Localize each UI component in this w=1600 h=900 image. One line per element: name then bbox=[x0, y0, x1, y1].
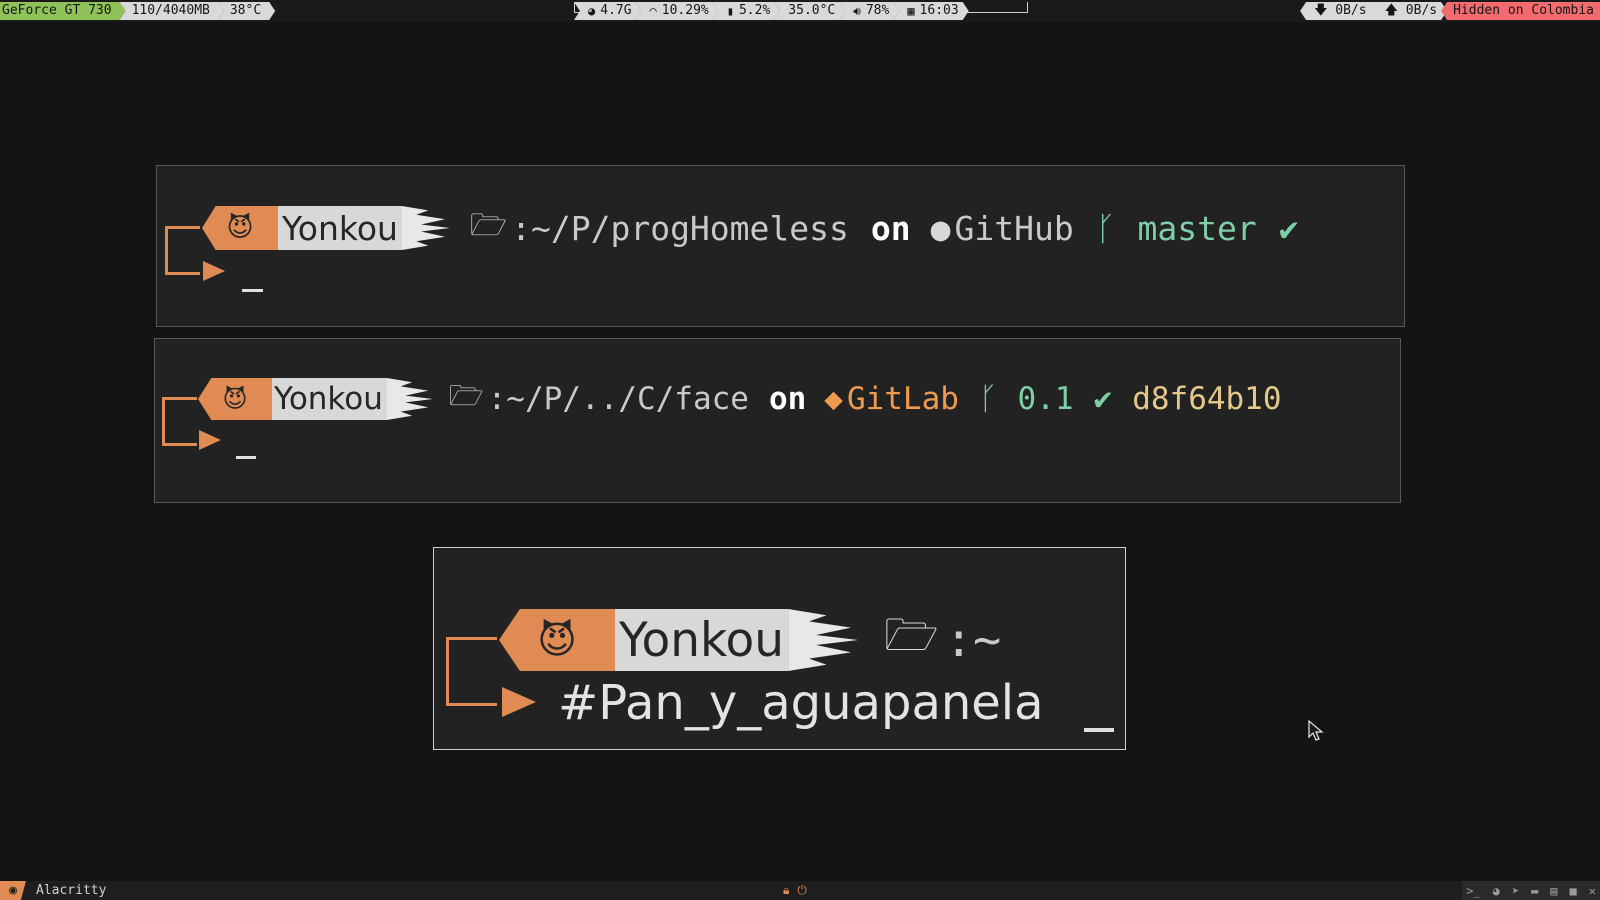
temperature-value: 35.0°C bbox=[788, 3, 836, 18]
terminal-panel-gitlab bbox=[154, 338, 1401, 503]
memory-icon: ▮ bbox=[726, 4, 734, 18]
net-up-value: 0B/s bbox=[1405, 3, 1438, 18]
git-tag-icon: ᚴ bbox=[978, 381, 998, 417]
firefox-launcher-icon[interactable]: ◕ bbox=[1493, 884, 1500, 898]
system-stats: ◕ 4.7G ◠ 10.29% ▮ 5.2% 35.0°C 🔊︎ 78% ▦ 16:03 bbox=[580, 2, 969, 20]
clock-value: 16:03 bbox=[919, 3, 959, 18]
username: Yonkou bbox=[274, 381, 383, 417]
bottom-taskbar: ◉ Alacritty 🔒︎ ⏻ >_ ◕ ➤ ▬ ▤ ■ ✕ bbox=[0, 881, 1600, 900]
prompt-arrow-icon bbox=[502, 687, 536, 717]
git-branch-icon: ᚴ bbox=[1095, 208, 1116, 248]
username-pill: Yonkou bbox=[278, 206, 402, 250]
session-controls: 🔒︎ ⏻ bbox=[783, 881, 807, 900]
username: Yonkou bbox=[282, 208, 398, 248]
on-keyword: on bbox=[870, 208, 911, 248]
prompt-corner-line bbox=[446, 637, 497, 706]
gitlab-icon: ◆ bbox=[824, 381, 843, 417]
gpu-widget: GeForce GT 730 110/4040MB 38°C bbox=[0, 2, 275, 20]
flame-decoration bbox=[386, 378, 433, 420]
disk-value: 4.7G bbox=[600, 3, 632, 18]
network-widget: 🡇 0B/s 🡅 0B/s Hidden on Colombia bbox=[1300, 2, 1600, 20]
calendar-icon: ▦ bbox=[907, 4, 915, 18]
git-branch: master bbox=[1137, 208, 1257, 248]
telegram-launcher-icon[interactable]: ➤ bbox=[1512, 884, 1519, 898]
app-launcher: >_ ◕ ➤ ▬ ▤ ■ ✕ bbox=[1462, 881, 1600, 900]
username: Yonkou bbox=[619, 612, 785, 668]
mouse-pointer-icon bbox=[1308, 720, 1324, 741]
prompt-arrow-icon bbox=[203, 261, 225, 281]
memory-stat: ▮ 5.2% bbox=[713, 2, 781, 20]
cpu-value: 10.29% bbox=[661, 3, 709, 18]
volume-value: 78% bbox=[865, 3, 890, 18]
close-launcher-icon[interactable]: ✕ bbox=[1589, 884, 1596, 898]
gpu-temperature: 38°C bbox=[218, 2, 275, 20]
volume-stat[interactable]: 🔊︎ 78% bbox=[839, 2, 899, 20]
command-line[interactable]: #Pan_y_aguapanela bbox=[558, 675, 1044, 731]
net-down-value: 0B/s bbox=[1335, 3, 1367, 18]
prompt-arrow-icon bbox=[199, 430, 221, 450]
video-launcher-icon[interactable]: ■ bbox=[1570, 884, 1577, 898]
folder-icon: 🗁︎ bbox=[884, 609, 939, 661]
folder-icon: 🗁︎ bbox=[448, 379, 484, 412]
username-pill: Yonkou bbox=[272, 378, 387, 420]
command-text: #Pan_y_aguapanela bbox=[558, 675, 1044, 731]
distro-logo-icon: ◉ bbox=[0, 881, 26, 900]
text-cursor bbox=[1084, 728, 1114, 732]
current-path: :~/P/../C/face bbox=[487, 381, 749, 417]
prompt-corner-line bbox=[162, 397, 197, 446]
gpu-memory: 110/4040MB bbox=[120, 2, 224, 20]
flame-decoration bbox=[401, 206, 450, 250]
prompt-line-2: 😈︎ Yonkou 🗁︎ :~/P/../C/face on ◆ GitLab … bbox=[198, 378, 1282, 420]
git-commit-hash: d8f64b10 bbox=[1132, 381, 1282, 417]
terminal-launcher-icon[interactable]: >_ bbox=[1466, 884, 1480, 898]
devil-avatar-icon: 😈︎ bbox=[202, 206, 278, 250]
git-tag: 0.1 bbox=[1017, 381, 1074, 417]
git-clean-status: ✔ bbox=[1093, 381, 1113, 417]
top-status-bar: GeForce GT 730 110/4040MB 38°C ◕ 4.7G ◠ 10… bbox=[0, 0, 1600, 22]
git-remote: GitHub bbox=[954, 208, 1074, 248]
document-launcher-icon[interactable]: ▤ bbox=[1550, 884, 1557, 898]
username-pill: Yonkou bbox=[615, 609, 789, 671]
git-remote: GitLab bbox=[846, 381, 959, 417]
on-keyword: on bbox=[768, 381, 807, 417]
prompt-line-1: 😈︎ Yonkou 🗁︎ :~/P/progHomeless on ● GitH… bbox=[202, 206, 1299, 250]
flame-decoration bbox=[788, 609, 859, 671]
gauge-icon: ◠ bbox=[649, 4, 657, 18]
cpu-stat: ◠ 10.29% bbox=[636, 2, 719, 20]
github-icon: ● bbox=[930, 208, 951, 248]
folder-icon: 🗁︎ bbox=[469, 207, 508, 243]
net-upload: 🡅 0B/s bbox=[1371, 2, 1448, 20]
download-icon: 🡇 bbox=[1314, 3, 1328, 18]
disk-stat: ◕ 4.7G bbox=[574, 2, 642, 20]
active-window-title: Alacritty bbox=[36, 883, 107, 898]
text-cursor bbox=[242, 289, 263, 292]
vpn-status[interactable]: Hidden on Colombia bbox=[1441, 2, 1600, 20]
disk-icon: ◕ bbox=[588, 4, 596, 18]
active-window-indicator[interactable]: ◉ Alacritty bbox=[0, 881, 106, 900]
upload-icon: 🡅 bbox=[1384, 3, 1398, 18]
prompt-corner-line bbox=[165, 226, 200, 275]
clock-stat[interactable]: ▦ 16:03 bbox=[893, 2, 968, 20]
git-clean-status: ✔ bbox=[1278, 208, 1299, 248]
volume-icon: 🔊︎ bbox=[853, 4, 861, 18]
devil-avatar-icon: 😈︎ bbox=[499, 609, 615, 671]
lock-icon[interactable]: 🔒︎ bbox=[783, 883, 789, 898]
power-icon[interactable]: ⏻ bbox=[797, 883, 807, 898]
current-path: :~/P/progHomeless bbox=[511, 208, 849, 248]
memory-value: 5.2% bbox=[738, 3, 771, 18]
gpu-name: GeForce GT 730 bbox=[0, 2, 126, 20]
text-cursor bbox=[236, 456, 256, 459]
net-download: 🡇 0B/s bbox=[1300, 2, 1377, 20]
files-launcher-icon[interactable]: ▬ bbox=[1531, 884, 1538, 898]
prompt-line-3: 😈︎ Yonkou 🗁︎ :~ bbox=[499, 609, 1001, 671]
current-path: :~ bbox=[944, 612, 1002, 668]
devil-avatar-icon: 😈︎ bbox=[198, 378, 272, 420]
temperature-stat: 35.0°C bbox=[774, 2, 845, 20]
